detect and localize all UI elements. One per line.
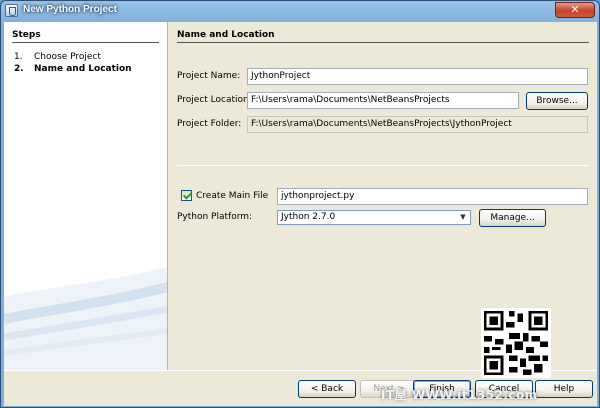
decorative-swoosh <box>4 267 167 370</box>
step-choose-project: 1. Choose Project <box>14 52 101 62</box>
close-button[interactable]: ✕ <box>555 2 595 18</box>
steps-title: Steps <box>12 30 41 40</box>
browse-button[interactable]: Browse... <box>526 92 588 110</box>
python-platform-label: Python Platform: <box>177 212 253 222</box>
project-folder-field: F:\Users\rama\Documents\NetBeansProjects… <box>247 116 588 133</box>
python-platform-select[interactable]: Jython 2.7.0 ▼ <box>277 210 471 225</box>
python-project-icon <box>5 4 18 17</box>
step-name-and-location: 2. Name and Location <box>14 64 132 74</box>
dialog-window: New Python Project ✕ Steps 1. Choose Proj… <box>0 0 600 408</box>
project-name-label: Project Name: <box>177 71 241 81</box>
project-location-label: Project Location: <box>177 95 252 105</box>
watermark-text: IT屋 WWW.it1352.com <box>381 388 538 402</box>
title-bar[interactable]: New Python Project ✕ <box>1 1 599 21</box>
step-label: Choose Project <box>34 52 101 62</box>
separator <box>177 165 589 166</box>
steps-pane: Steps 1. Choose Project 2. Name and Locati… <box>4 22 168 370</box>
python-platform-value: Jython 2.7.0 <box>281 212 336 222</box>
project-folder-label: Project Folder: <box>177 119 242 129</box>
manage-button[interactable]: Manage... <box>479 209 546 227</box>
main-file-field[interactable]: jythonproject.py <box>277 188 588 205</box>
step-number: 2. <box>14 64 24 74</box>
steps-divider <box>12 42 159 43</box>
chevron-down-icon[interactable]: ▼ <box>456 211 470 224</box>
section-divider <box>177 42 589 43</box>
step-label: Name and Location <box>34 64 132 74</box>
qr-code-image <box>481 308 551 378</box>
create-main-file-checkbox[interactable] <box>181 190 192 201</box>
project-name-field[interactable]: JythonProject <box>247 68 588 85</box>
project-location-field[interactable]: F:\Users\rama\Documents\NetBeansProjects <box>247 92 519 109</box>
back-button[interactable]: < Back <box>298 380 356 398</box>
section-title: Name and Location <box>177 30 275 40</box>
create-main-file-label[interactable]: Create Main File <box>196 191 268 201</box>
step-number: 1. <box>14 52 23 62</box>
window-title: New Python Project <box>23 4 117 15</box>
